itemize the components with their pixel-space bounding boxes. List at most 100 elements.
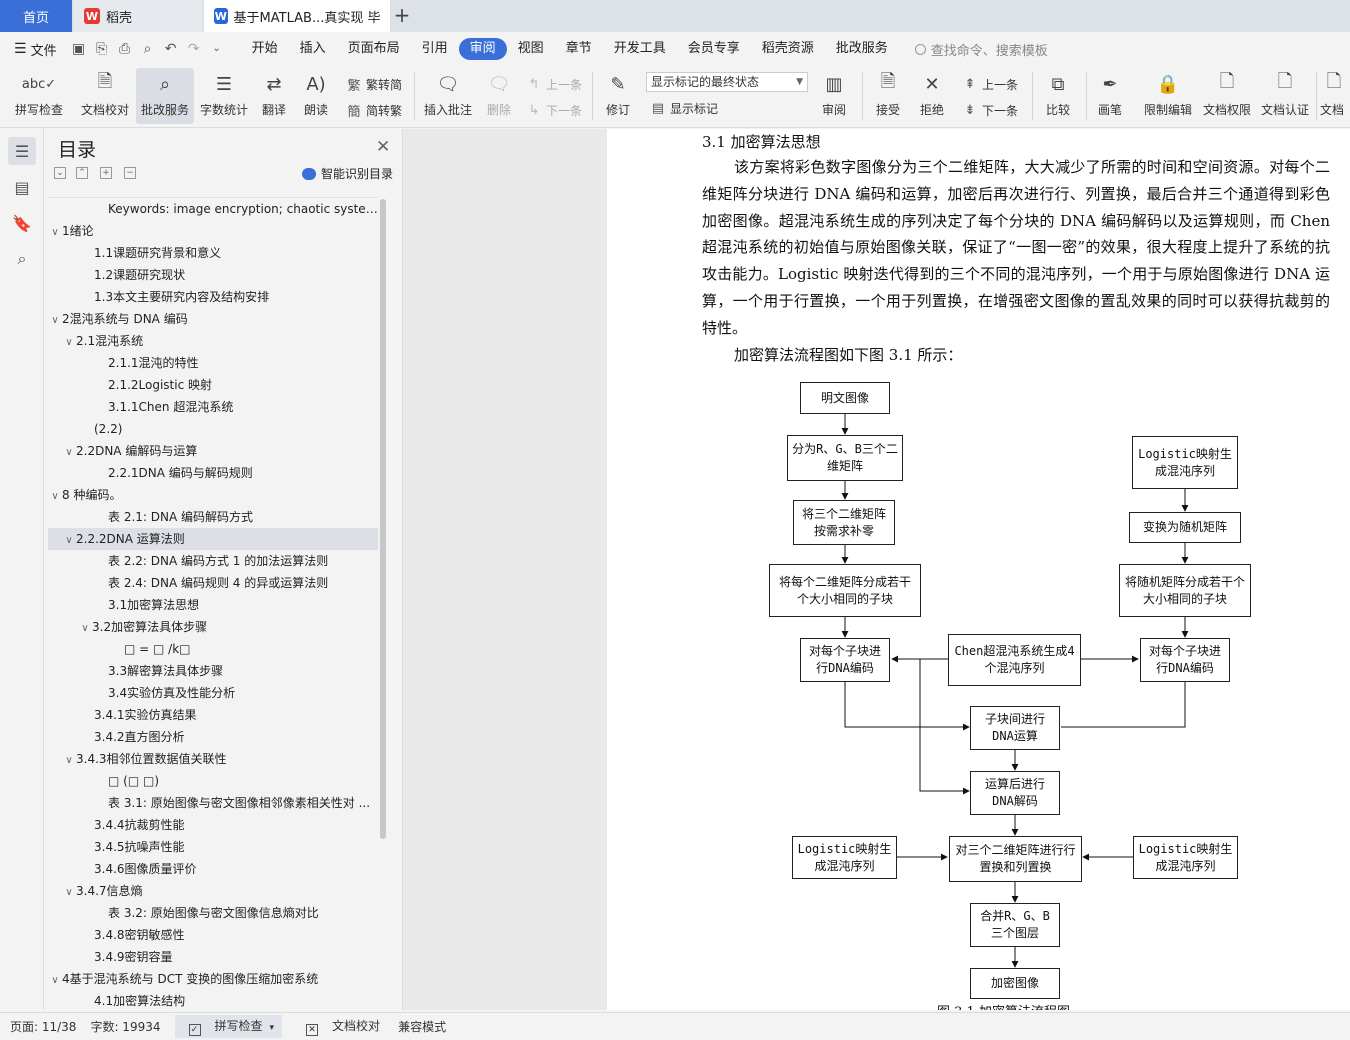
outline-item[interactable]: 3.4.9密钥容量 [48,946,378,968]
menu-insert[interactable]: 插入 [289,38,337,60]
chevron-down-icon[interactable]: ∨ [78,618,92,638]
outline-item[interactable]: ∨ 2.2DNA 编解码与运算 [48,440,378,462]
outline-item[interactable]: ∨ 3.2加密算法具体步骤 [48,616,378,638]
read-aloud-button[interactable]: A) 朗读 [296,68,336,124]
outline-item[interactable]: 1.3本文主要研究内容及结构安排 [48,286,378,308]
outline-item[interactable]: 3.4.8密钥敏感性 [48,924,378,946]
outline-item[interactable]: 3.4.2直方图分析 [48,726,378,748]
outline-item[interactable]: 表 2.4: DNA 编码规则 4 的异或运算法则 [48,572,378,594]
outline-item[interactable]: □ = □ /k□ [48,638,378,660]
chevron-down-icon[interactable]: ∨ [48,222,62,242]
command-search[interactable]: 查找命令、搜索模板 [914,40,1048,59]
track-changes-button[interactable]: ✎ 修订 [598,68,638,124]
chapter-icon[interactable]: ▤ [8,173,36,201]
outline-item[interactable]: 3.4.6图像质量评价 [48,858,378,880]
word-count-indicator[interactable]: 字数: 19934 [90,1018,160,1035]
restrict-edit-button[interactable]: 🔒 限制编辑 [1138,68,1198,124]
quick-access-more-icon[interactable]: ⌄ [207,39,227,59]
outline-item[interactable]: 3.4实验仿真及性能分析 [48,682,378,704]
doc-more-button[interactable]: 🗋 文档 [1320,68,1350,124]
status-spell-check[interactable]: ✓ 拼写检查 ▾ [174,1015,283,1038]
outline-item[interactable]: 3.4.4抗裁剪性能 [48,814,378,836]
tab-document[interactable]: W 基于MATLAB...真实现 毕业论 [204,0,390,32]
find-icon[interactable]: ⌕ [8,245,36,273]
doc-check-button[interactable]: 🗎 文档校对 [76,68,134,124]
undo-icon[interactable]: ↶ [161,39,181,59]
outline-item[interactable]: 2.2.1DNA 编码与解码规则 [48,462,378,484]
reject-button[interactable]: ✕ 拒绝 [912,68,952,124]
menu-view[interactable]: 视图 [507,38,555,60]
export-icon[interactable]: ⎘ [92,39,112,59]
expand-all-icon[interactable]: ⌃ [76,167,88,179]
outline-item[interactable]: 2.1.2Logistic 映射 [48,374,378,396]
tab-daoke[interactable]: W 稻壳 [74,0,202,32]
bookmark-icon[interactable]: 🔖 [8,209,36,237]
outline-item[interactable]: 1.2课题研究现状 [48,264,378,286]
outline-scrollbar[interactable] [380,199,386,839]
page-indicator[interactable]: 页面: 11/38 [10,1018,76,1035]
spell-check-button[interactable]: abc✓ 拼写检查 [8,68,70,124]
outline-item[interactable]: 表 3.2: 原始图像与密文图像信息熵对比 [48,902,378,924]
review-pane-button[interactable]: ▥ 审阅 [814,68,854,124]
menu-member[interactable]: 会员专享 [677,38,751,60]
menu-chapter[interactable]: 章节 [555,38,603,60]
outline-item[interactable]: 3.3解密算法具体步骤 [48,660,378,682]
outline-item[interactable]: Keywords: image encryption; chaotic syst… [48,198,378,220]
chevron-down-icon[interactable]: ∨ [62,882,76,902]
document-page[interactable]: 3.1 加密算法思想 该方案将彩色数字图像分为三个二维矩阵，大大减少了所需的时间… [607,129,1350,1010]
outline-item[interactable]: ∨ 2混沌系统与 DNA 编码 [48,308,378,330]
chevron-down-icon[interactable]: ∨ [62,530,76,550]
outline-item[interactable]: ∨ 2.1混沌系统 [48,330,378,352]
menu-daoke-resources[interactable]: 稻壳资源 [751,38,825,60]
show-markup-button[interactable]: ▤ 显示标记 [650,98,718,118]
outline-item[interactable]: ∨ 3.4.7信息熵 [48,880,378,902]
chevron-down-icon[interactable]: ∨ [48,970,62,990]
outline-item[interactable]: 3.4.1实验仿真结果 [48,704,378,726]
outline-item[interactable]: (2.2) [48,418,378,440]
chevron-down-icon[interactable]: ∨ [62,442,76,462]
outline-item[interactable]: 1.1课题研究背景和意义 [48,242,378,264]
remove-heading-icon[interactable]: − [124,167,136,179]
outline-item[interactable]: ∨ 4基于混沌系统与 DCT 变换的图像压缩加密系统 [48,968,378,990]
close-icon[interactable]: ✕ [376,137,390,157]
insert-comment-button[interactable]: 🗨 插入批注 [420,68,476,124]
new-tab-button[interactable]: + [392,4,412,26]
menu-page-layout[interactable]: 页面布局 [337,38,411,60]
outline-item[interactable]: 2.1.1混沌的特性 [48,352,378,374]
doc-auth-button[interactable]: 🗋 文档认证 [1258,68,1312,124]
pen-button[interactable]: ✒ 画笔 [1090,68,1130,124]
outline-item[interactable]: 3.4.5抗噪声性能 [48,836,378,858]
add-heading-icon[interactable]: + [100,167,112,179]
outline-item[interactable]: 表 2.2: DNA 编码方式 1 的加法运算法则 [48,550,378,572]
menu-start[interactable]: 开始 [241,38,289,60]
word-count-button[interactable]: ☰ 字数统计 [196,68,252,124]
tab-home[interactable]: 首页 [0,0,72,32]
chevron-down-icon[interactable]: ∨ [48,486,62,506]
outline-item[interactable]: ∨ 2.2.2DNA 运算法则 [48,528,378,550]
status-doc-check[interactable]: ✕ 文档校对 [296,1017,384,1036]
outline-item[interactable]: 3.1.1Chen 超混沌系统 [48,396,378,418]
outline-item[interactable]: 4.1加密算法结构 [48,990,378,1007]
chevron-down-icon[interactable]: ∨ [62,332,76,352]
translate-button[interactable]: ⇄ 翻译 [254,68,294,124]
review-service-button[interactable]: ⌕ 批改服务 [136,68,194,124]
next-change-button[interactable]: ⇟ 下一条 [962,100,1018,120]
collapse-all-icon[interactable]: ⌄ [54,167,66,179]
simp-to-trad-button[interactable]: 簡简转繁 [346,100,402,120]
outline-icon[interactable]: ☰ [8,137,36,165]
save-icon[interactable]: ▣ [69,39,89,59]
outline-item[interactable]: ∨ 8 种编码。 [48,484,378,506]
print-icon[interactable]: ⎙ [115,39,135,59]
accept-button[interactable]: 🗎 接受 [868,68,908,124]
smart-toc-button[interactable]: 智能识别目录 [302,165,393,182]
outline-item[interactable]: 表 3.1: 原始图像与密文图像相邻像素相关性对 ... [48,792,378,814]
markup-state-select[interactable]: 显示标记的最终状态 ▼ [646,72,808,92]
prev-comment-button[interactable]: ↰ 上一条 [526,74,582,94]
chevron-down-icon[interactable]: ∨ [48,310,62,330]
chevron-down-icon[interactable]: ∨ [62,750,76,770]
file-menu[interactable]: ☰ 文件 [14,40,57,59]
trad-to-simp-button[interactable]: 繁繁转简 [346,74,402,94]
menu-dev-tools[interactable]: 开发工具 [603,38,677,60]
outline-item[interactable]: ∨ 3.4.3相邻位置数据值关联性 [48,748,378,770]
menu-review-service[interactable]: 批改服务 [825,38,899,60]
